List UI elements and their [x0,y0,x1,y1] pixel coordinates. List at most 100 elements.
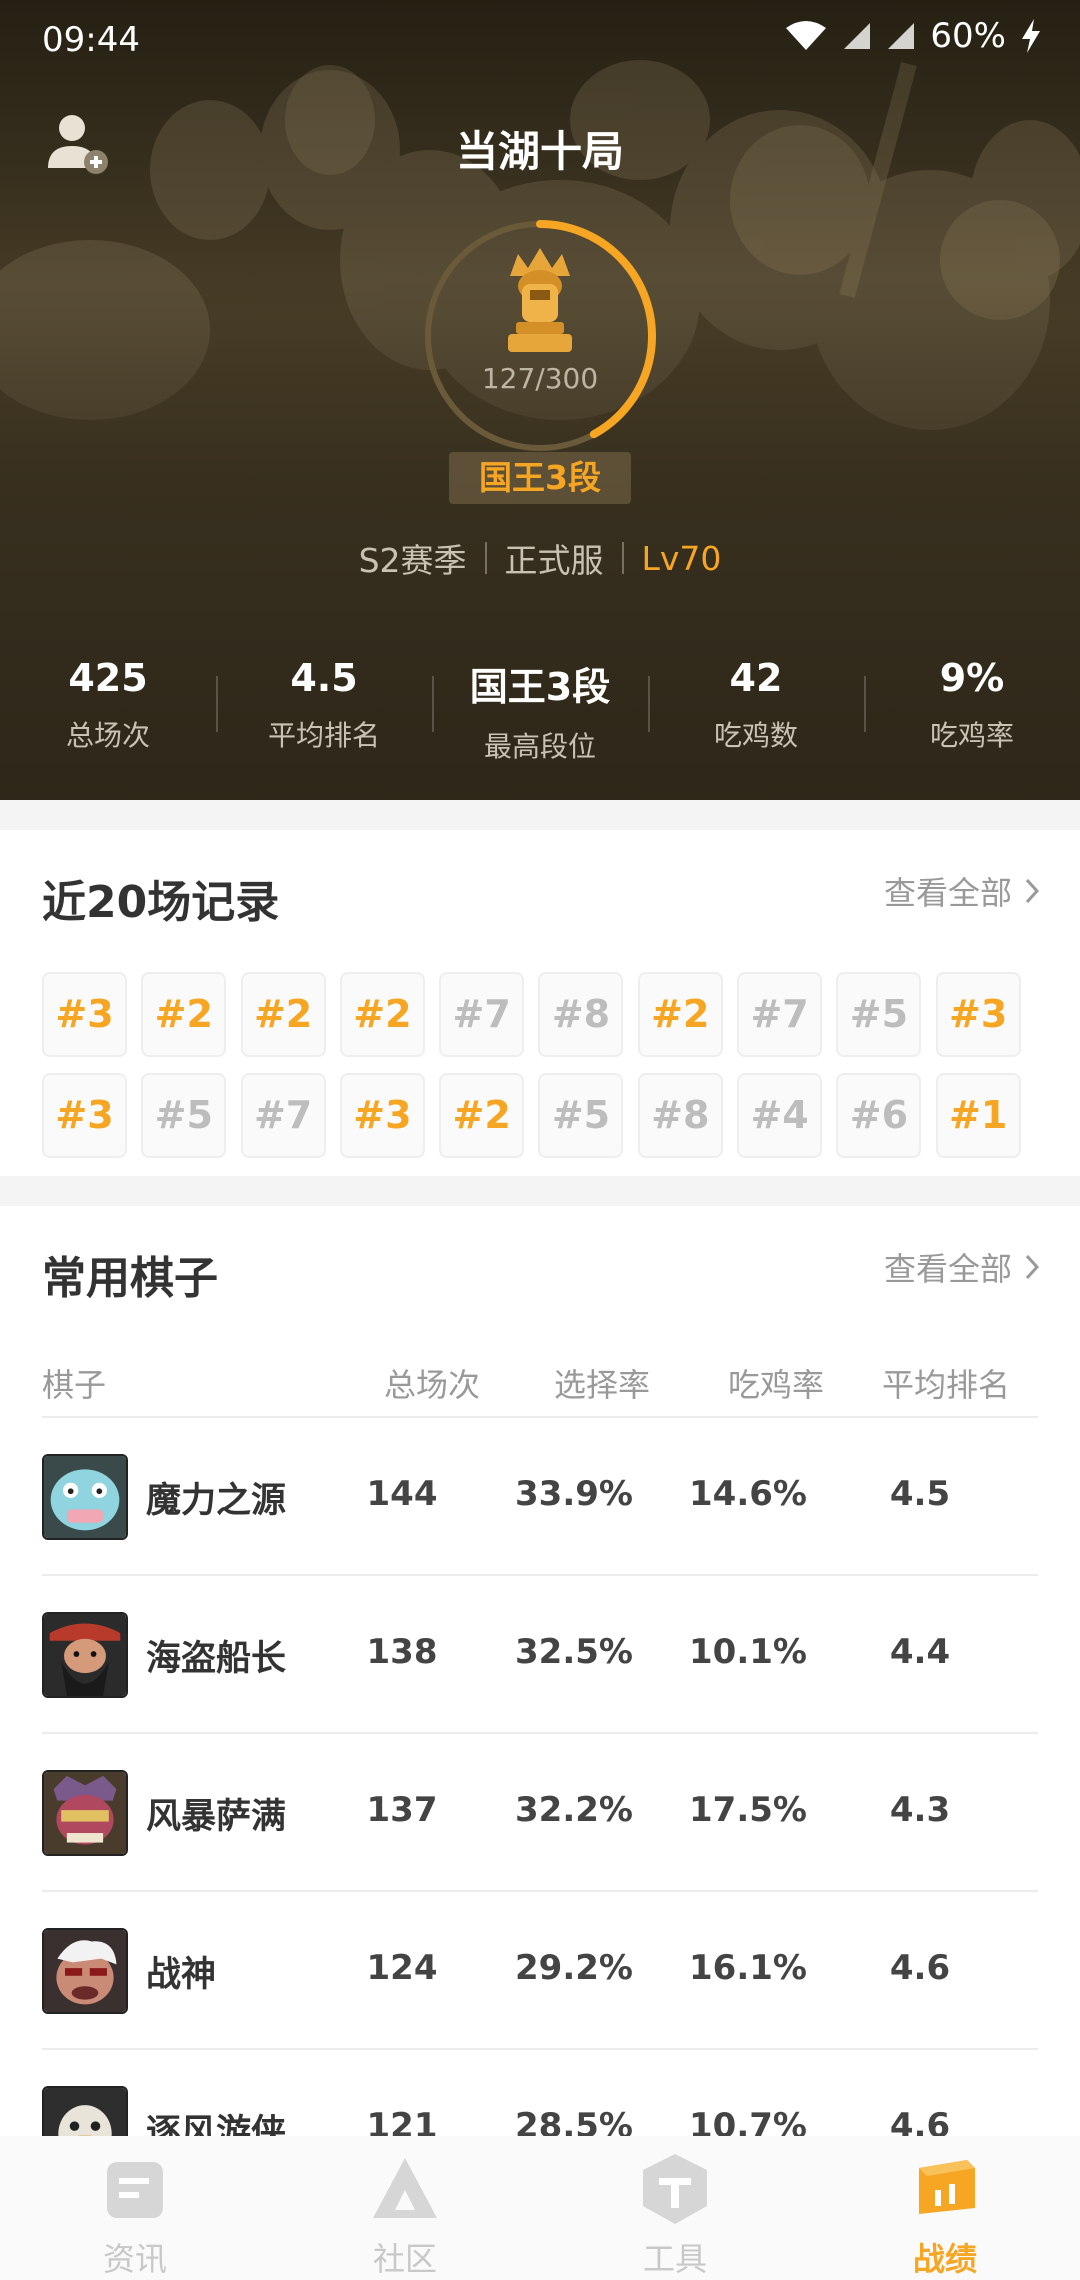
match-record-tile[interactable]: #2 [637,972,723,1057]
stat-first-place-count: 42 吃鸡数 [648,650,864,770]
recent-view-all-link[interactable]: 查看全部 [884,868,1040,914]
column-header-pick-rate: 选择率 [554,1366,651,1404]
chevron-right-icon [1025,878,1040,904]
nav-tab-records[interactable]: 战绩 [810,2136,1080,2280]
meta-divider [621,542,624,574]
nav-tab-community[interactable]: 社区 [270,2136,540,2280]
player-name: 当湖十局 [455,127,624,176]
match-record-tile[interactable]: #7 [737,972,823,1057]
match-record-tile[interactable]: #5 [538,1073,624,1158]
piece-win-rate: 16.1% [689,1948,807,1988]
recent-records-grid: #3 #2 #2 #2 #7 #8 #2 #7 #5 #3 #3 #5 #7 #3 #2 #5 #8 #4 #6 #1 [42,972,1042,1158]
stat-label: 吃鸡数 [713,719,798,752]
match-record-tile[interactable]: #2 [141,972,227,1057]
match-record-tile[interactable]: #3 [935,972,1021,1057]
stats-summary: 425 总场次 4.5 平均排名 国王3段 最高段位 42 吃鸡数 9% 吃鸡率 [0,650,1080,770]
match-record-tile[interactable]: #8 [637,1073,723,1158]
piece-pick-rate: 29.2% [515,1948,633,1988]
table-row[interactable]: 海盗船长 138 32.5% 10.1% 4.4 [42,1576,1038,1734]
piece-games: 144 [366,1474,438,1514]
signal-icon-2 [888,23,915,49]
piece-name: 战神 [146,1955,217,1995]
nav-label: 社区 [372,2240,437,2278]
nav-label: 工具 [642,2240,707,2278]
recent-records-title: 近20场记录 [42,877,280,928]
table-row[interactable]: 风暴萨满 137 32.2% 17.5% 4.3 [42,1734,1038,1892]
tools-icon [643,2154,707,2224]
match-record-tile[interactable]: #3 [42,972,127,1057]
piece-name: 海盗船长 [146,1639,287,1679]
nav-label: 资讯 [102,2240,167,2278]
stat-first-place-rate: 9% 吃鸡率 [864,650,1080,770]
status-bar: 09:44 60% [0,0,1080,80]
rank-badge: 国王3段 [449,452,631,504]
status-time: 09:44 [42,20,140,60]
records-icon [919,2160,975,2214]
match-record-tile[interactable]: #8 [538,972,624,1057]
match-record-tile[interactable]: #5 [836,972,922,1057]
season-label: S2赛季 [358,541,467,580]
stat-label: 最高段位 [483,730,596,763]
stat-value: 9% [939,656,1005,700]
match-record-tile[interactable]: #3 [339,1073,425,1158]
chevron-right-icon [1025,1254,1040,1280]
piece-win-rate: 14.6% [689,1474,807,1514]
piece-win-rate: 17.5% [689,1790,807,1830]
stat-label: 平均排名 [267,719,380,752]
match-record-tile[interactable]: #4 [737,1073,823,1158]
status-icons: 60% [784,16,1042,56]
stat-label: 吃鸡率 [929,719,1014,752]
match-record-tile[interactable]: #3 [42,1073,127,1158]
stat-highest-rank: 国王3段 最高段位 [432,650,648,770]
match-record-tile[interactable]: #7 [439,972,525,1057]
table-row[interactable]: 魔力之源 144 33.9% 14.6% 4.5 [42,1418,1038,1576]
stat-value: 4.5 [290,656,358,700]
view-all-label: 查看全部 [883,1250,1012,1288]
nav-label: 战绩 [912,2240,977,2278]
piece-average-rank: 4.5 [889,1474,951,1514]
common-pieces-title: 常用棋子 [42,1253,218,1304]
war-god-avatar [42,1928,128,2014]
wifi-icon [786,21,827,50]
table-row[interactable]: 战神 124 29.2% 16.1% 4.6 [42,1892,1038,2050]
match-record-tile[interactable]: #6 [836,1073,922,1158]
stat-value: 42 [729,656,783,700]
piece-pick-rate: 32.2% [515,1790,633,1830]
profile-meta: S2赛季 正式服 Lv70 [0,534,1080,582]
pirate-captain-avatar [42,1612,128,1698]
piece-games: 124 [366,1948,438,1988]
news-icon [107,2162,163,2218]
recent-records-card: 近20场记录 查看全部 #3 #2 #2 #2 #7 #8 #2 #7 #5 #3 #3 #5 #7 #3… [0,830,1080,1176]
stat-value: 国王3段 [469,665,611,709]
profile-header: 09:44 60% 当湖十局 127/300 国王3段 S2赛季 正式服 Lv7… [0,0,1080,800]
bottom-navigation: 资讯 社区 工具 战绩 [0,2136,1080,2280]
match-record-tile[interactable]: #1 [935,1073,1021,1158]
nav-tab-news[interactable]: 资讯 [0,2136,270,2280]
charging-icon [1022,19,1040,53]
piece-pick-rate: 32.5% [515,1632,633,1672]
piece-pick-rate: 33.9% [515,1474,633,1514]
blue-ogre-avatar [42,1454,128,1540]
pieces-view-all-link[interactable]: 查看全部 [884,1244,1040,1290]
match-record-tile[interactable]: #5 [141,1073,227,1158]
stat-value: 425 [68,656,148,700]
piece-name: 魔力之源 [146,1481,287,1521]
signal-icon [844,23,871,49]
piece-average-rank: 4.4 [889,1632,951,1672]
stat-average-rank: 4.5 平均排名 [216,650,432,770]
level-label: Lv70 [641,538,722,578]
piece-games: 138 [366,1632,438,1672]
battery-percent: 60% [930,16,1006,56]
stat-total-games: 425 总场次 [0,650,216,770]
match-record-tile[interactable]: #2 [240,972,326,1057]
nav-tab-tools[interactable]: 工具 [540,2136,810,2280]
piece-win-rate: 10.1% [689,1632,807,1672]
column-header-piece: 棋子 [42,1366,107,1404]
pieces-table-header: 棋子 总场次 选择率 吃鸡率 平均排名 [42,1346,1038,1418]
match-record-tile[interactable]: #7 [240,1073,326,1158]
match-record-tile[interactable]: #2 [339,972,425,1057]
rank-progress-text: 127/300 [481,362,599,395]
match-record-tile[interactable]: #2 [439,1073,525,1158]
column-header-games: 总场次 [384,1366,481,1404]
king-rank-emblem-icon [508,248,572,352]
